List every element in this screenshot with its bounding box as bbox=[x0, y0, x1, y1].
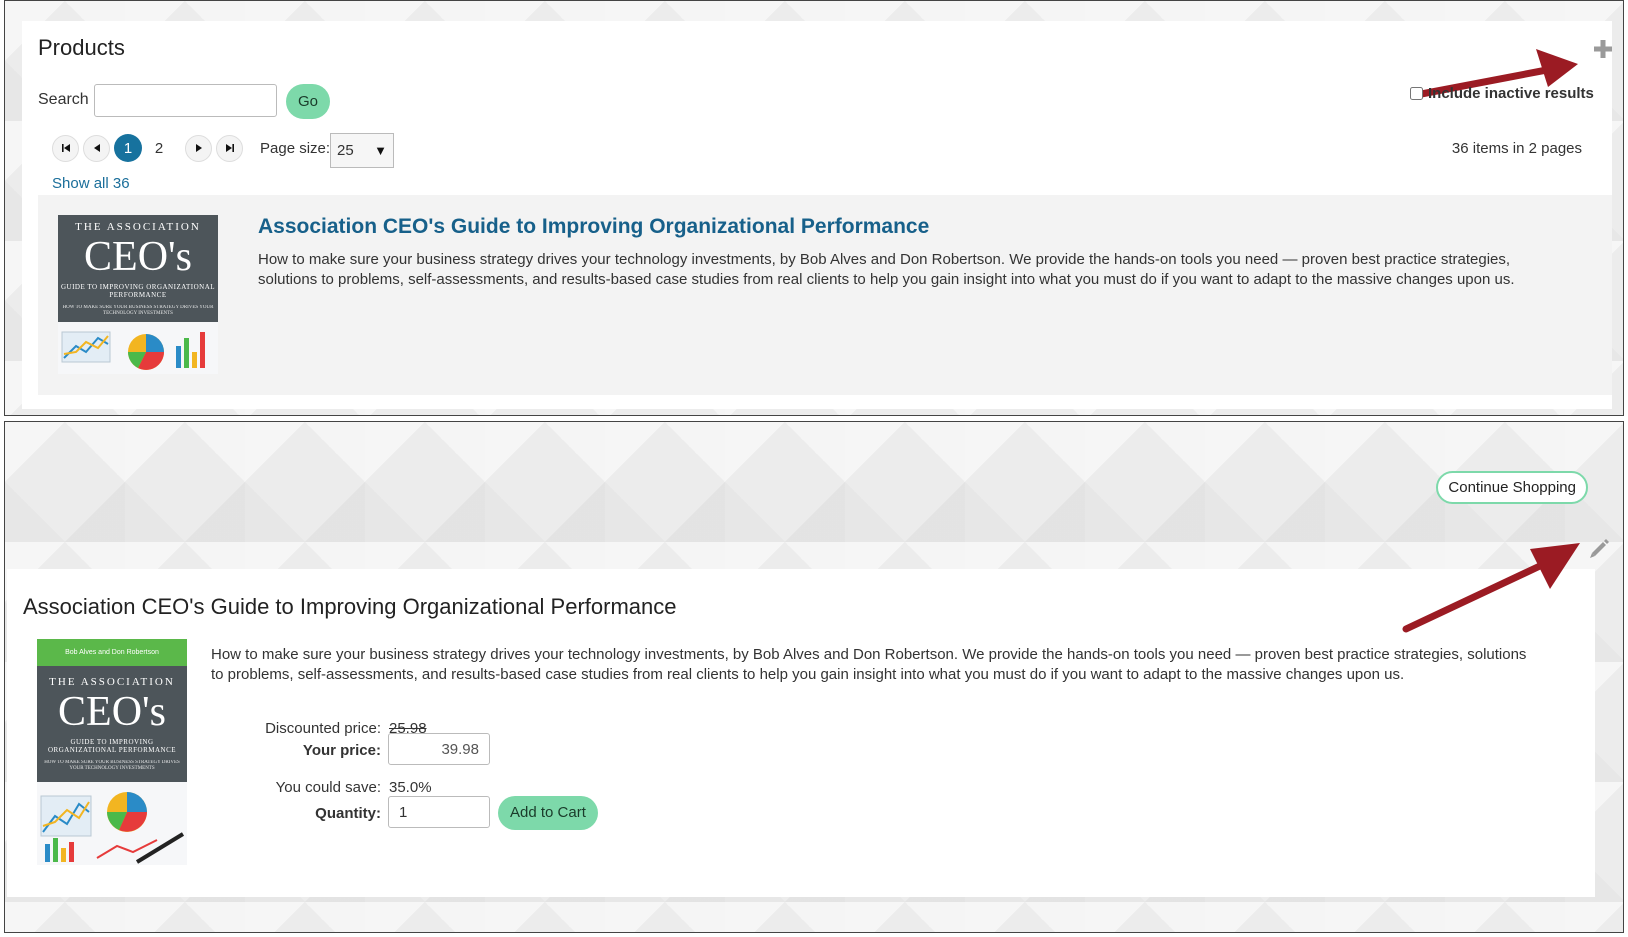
first-page-icon[interactable] bbox=[52, 134, 79, 162]
product-cover-image[interactable]: THE ASSOCIATION CEO's GUIDE TO IMPROVING… bbox=[58, 215, 218, 374]
items-count: 36 items in 2 pages bbox=[1451, 140, 1582, 157]
product-detail-container: Association CEO's Guide to Improving Org… bbox=[7, 569, 1595, 897]
product-card: THE ASSOCIATION CEO's GUIDE TO IMPROVING… bbox=[38, 195, 1612, 395]
last-page-icon[interactable] bbox=[216, 134, 243, 162]
include-inactive-checkbox[interactable] bbox=[1410, 87, 1423, 100]
search-input[interactable] bbox=[94, 84, 277, 117]
discounted-price-label: Discounted price: bbox=[265, 720, 381, 737]
include-inactive-label[interactable]: Include inactive results bbox=[1428, 85, 1594, 102]
savings-label: You could save: bbox=[275, 779, 381, 796]
your-price-input[interactable] bbox=[388, 733, 490, 765]
page-size-label: Page size: bbox=[260, 140, 331, 157]
show-all-link[interactable]: Show all 36 bbox=[52, 175, 130, 192]
prev-page-icon[interactable] bbox=[83, 134, 110, 162]
next-page-icon[interactable] bbox=[185, 134, 212, 162]
add-to-cart-button[interactable]: Add to Cart bbox=[498, 796, 598, 830]
search-label: Search bbox=[38, 91, 89, 108]
page-number-1[interactable]: 1 bbox=[114, 134, 142, 162]
product-cover-image: Bob Alves and Don Robertson THE ASSOCIAT… bbox=[37, 639, 187, 865]
plus-icon[interactable] bbox=[1593, 39, 1613, 59]
product-title: Association CEO's Guide to Improving Org… bbox=[23, 594, 677, 619]
page-size-value: 25 bbox=[337, 142, 354, 159]
pagination: 1 2 bbox=[52, 134, 247, 162]
pencil-icon[interactable] bbox=[1588, 538, 1610, 560]
savings-value: 35.0% bbox=[389, 779, 432, 796]
page-title: Products bbox=[38, 35, 125, 60]
page-number-2[interactable]: 2 bbox=[145, 134, 173, 162]
product-description: How to make sure your business strategy … bbox=[211, 646, 1527, 683]
quantity-input[interactable] bbox=[388, 796, 490, 828]
quantity-label: Quantity: bbox=[315, 805, 381, 822]
your-price-label: Your price: bbox=[302, 742, 381, 759]
include-inactive-toggle[interactable]: Include inactive results bbox=[1410, 85, 1594, 102]
continue-shopping-button[interactable]: Continue Shopping bbox=[1436, 471, 1588, 504]
products-panel: Products Search Go Include inactive resu… bbox=[4, 0, 1624, 416]
go-button[interactable]: Go bbox=[286, 84, 330, 119]
chevron-down-icon: ▼ bbox=[374, 143, 387, 158]
product-detail-panel: Continue Shopping Association CEO's Guid… bbox=[4, 421, 1624, 933]
products-container: Products Search Go Include inactive resu… bbox=[22, 21, 1612, 409]
page-size-select[interactable]: 25 ▼ bbox=[330, 133, 394, 168]
product-title-link[interactable]: Association CEO's Guide to Improving Org… bbox=[258, 215, 929, 239]
product-description: How to make sure your business strategy … bbox=[258, 251, 1515, 288]
